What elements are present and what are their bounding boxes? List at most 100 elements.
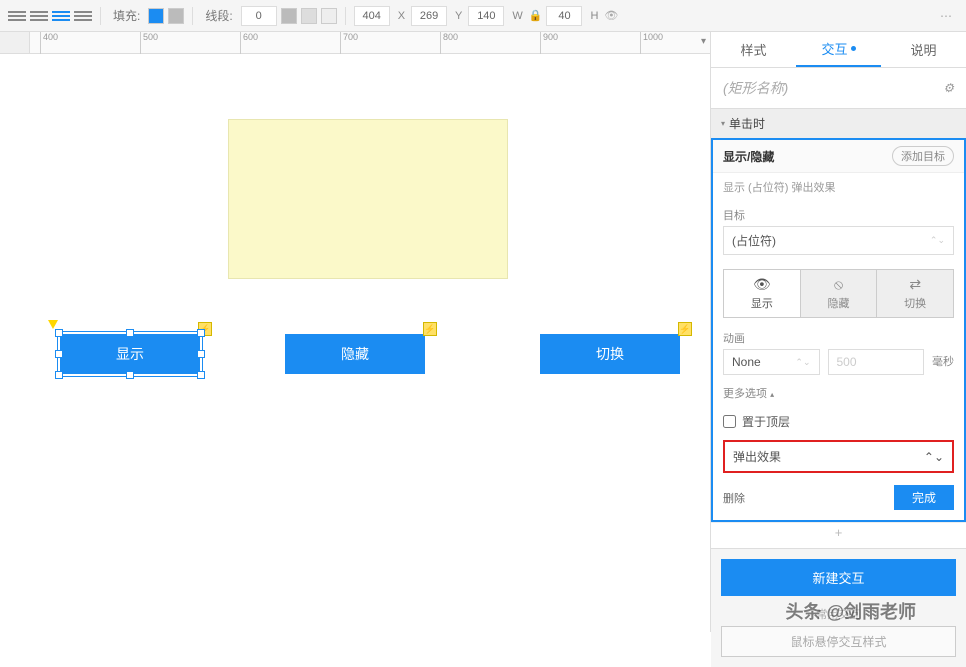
resize-handle[interactable]	[55, 350, 63, 358]
resize-handle[interactable]	[197, 350, 205, 358]
top-toolbar: 填充: 线段: X Y W 🔒 H 👁 ⋯	[0, 0, 966, 32]
y-input[interactable]	[411, 6, 447, 26]
event-header[interactable]: ▾ 单击时	[711, 108, 966, 139]
ruler-tick: 700	[340, 32, 358, 54]
ruler-scroll-icon[interactable]: ▾	[701, 36, 706, 47]
tab-notes[interactable]: 说明	[881, 32, 966, 67]
resize-handle[interactable]	[55, 371, 63, 379]
toggle-switch[interactable]: ⇄ 切换	[877, 270, 953, 317]
target-dropdown[interactable]: (占位符) ⌃⌄	[723, 226, 954, 255]
action-editor: 显示/隐藏 添加目标 显示 (占位符) 弹出效果 目标 (占位符) ⌃⌄ 👁 显…	[711, 138, 966, 522]
bring-front-checkbox[interactable]	[723, 415, 736, 428]
toolbar-more-icon[interactable]: ⋯	[934, 9, 958, 23]
placeholder-shape[interactable]	[228, 119, 508, 279]
collapse-icon: ▾	[721, 119, 725, 128]
resize-handle[interactable]	[126, 371, 134, 379]
shape-label: 隐藏	[341, 344, 369, 364]
popup-effect-dropdown[interactable]: 弹出效果 ⌃⌄	[723, 440, 954, 473]
canvas-area: 400 500 600 700 800 900 1000 ▾ 显示 ⚡ 隐藏 ⚡	[0, 32, 710, 632]
shape-name-placeholder: (矩形名称)	[723, 78, 788, 98]
shape-toggle-button[interactable]: 切换 ⚡	[540, 334, 680, 374]
bring-to-front-row: 置于顶层	[713, 407, 964, 436]
ruler-tick: 800	[440, 32, 458, 54]
interaction-bolt-icon: ⚡	[423, 322, 437, 336]
more-options-toggle[interactable]: 更多选项 ▴	[713, 379, 964, 407]
y-label: Y	[455, 10, 462, 22]
align-btn-4[interactable]	[74, 9, 92, 23]
shape-label: 切换	[596, 344, 624, 364]
chevron-down-icon: ⌃⌄	[795, 357, 810, 368]
line-swatch-1[interactable]	[281, 8, 297, 24]
target-field: 目标 (占位符) ⌃⌄	[713, 201, 964, 261]
swap-icon: ⇄	[877, 276, 953, 293]
align-btn-1[interactable]	[8, 9, 26, 23]
ruler-tick: 900	[540, 32, 558, 54]
line-label: 线段:	[205, 7, 232, 24]
active-dot-icon	[851, 46, 856, 51]
eye-icon: 👁	[724, 276, 800, 293]
chevron-down-icon: ⌃⌄	[930, 235, 945, 246]
tab-style[interactable]: 样式	[711, 32, 796, 67]
shape-label: 显示	[116, 344, 144, 364]
settings-icon[interactable]: ⚙	[943, 81, 954, 95]
lock-icon[interactable]: 🔒	[529, 9, 543, 22]
watermark: 头条 @剑雨老师	[785, 598, 916, 624]
canvas[interactable]: 显示 ⚡ 隐藏 ⚡ 切换 ⚡	[30, 54, 710, 632]
line-swatch-2[interactable]	[301, 8, 317, 24]
resize-handle[interactable]	[197, 329, 205, 337]
shape-hide-button[interactable]: 隐藏 ⚡	[285, 334, 425, 374]
inspector-panel: 样式 交互 说明 (矩形名称) ⚙ ▾ 单击时 显示/隐藏 添加目标 显示 (占…	[710, 32, 966, 632]
action-header: 显示/隐藏 添加目标	[713, 140, 964, 173]
done-button[interactable]: 完成	[894, 485, 954, 510]
selection-marker	[48, 320, 58, 329]
add-target-button[interactable]: 添加目标	[892, 146, 954, 166]
anim-label: 动画	[723, 330, 820, 346]
shape-show-button[interactable]: 显示 ⚡	[60, 334, 200, 374]
fill-swatch-blue[interactable]	[148, 8, 164, 24]
target-label: 目标	[723, 207, 954, 223]
duration-input[interactable]: 500	[828, 349, 925, 375]
align-btn-2[interactable]	[30, 9, 48, 23]
delete-link[interactable]: 删除	[723, 490, 745, 506]
add-action-button[interactable]: +	[711, 522, 966, 542]
eye-slash-icon: ⦸	[801, 276, 877, 293]
action-title: 显示/隐藏	[723, 148, 774, 165]
horizontal-ruler: 400 500 600 700 800 900 1000 ▾	[30, 32, 710, 54]
x-input[interactable]	[354, 6, 390, 26]
tab-interactions[interactable]: 交互	[796, 32, 881, 67]
visibility-icon[interactable]: 👁	[604, 9, 618, 22]
fill-label: 填充:	[113, 7, 140, 24]
ruler-tick: 1000	[640, 32, 663, 54]
hover-style-button[interactable]: 鼠标悬停交互样式	[721, 626, 956, 657]
animation-row: 动画 None ⌃⌄ 500 毫秒	[713, 326, 964, 379]
visibility-toggle-group: 👁 显示 ⦸ 隐藏 ⇄ 切换	[723, 269, 954, 318]
resize-handle[interactable]	[126, 329, 134, 337]
w-label: W	[512, 10, 522, 22]
chevron-down-icon: ⌃⌄	[924, 450, 944, 464]
bring-front-label: 置于顶层	[742, 413, 790, 430]
toggle-hide[interactable]: ⦸ 隐藏	[801, 270, 878, 317]
shape-name-field[interactable]: (矩形名称) ⚙	[711, 68, 966, 108]
interaction-bolt-icon: ⚡	[678, 322, 692, 336]
line-width-input[interactable]	[241, 6, 277, 26]
ruler-tick: 400	[40, 32, 58, 54]
new-interaction-button[interactable]: 新建交互	[721, 559, 956, 596]
line-swatch-3[interactable]	[321, 8, 337, 24]
chevron-up-icon: ▴	[770, 390, 774, 399]
resize-handle[interactable]	[197, 371, 205, 379]
duration-unit: 毫秒	[932, 353, 954, 375]
resize-handle[interactable]	[55, 329, 63, 337]
ruler-tick: 600	[240, 32, 258, 54]
fill-swatch-gray[interactable]	[168, 8, 184, 24]
action-footer: 删除 完成	[713, 477, 964, 520]
panel-tabs: 样式 交互 说明	[711, 32, 966, 68]
ruler-corner	[0, 32, 30, 54]
anim-dropdown[interactable]: None ⌃⌄	[723, 349, 820, 375]
x-label: X	[398, 10, 405, 22]
align-btn-3[interactable]	[52, 9, 70, 23]
h-input[interactable]	[546, 6, 582, 26]
toggle-show[interactable]: 👁 显示	[724, 270, 801, 317]
h-label: H	[590, 10, 598, 22]
action-breadcrumb: 显示 (占位符) 弹出效果	[713, 173, 964, 201]
w-input[interactable]	[468, 6, 504, 26]
